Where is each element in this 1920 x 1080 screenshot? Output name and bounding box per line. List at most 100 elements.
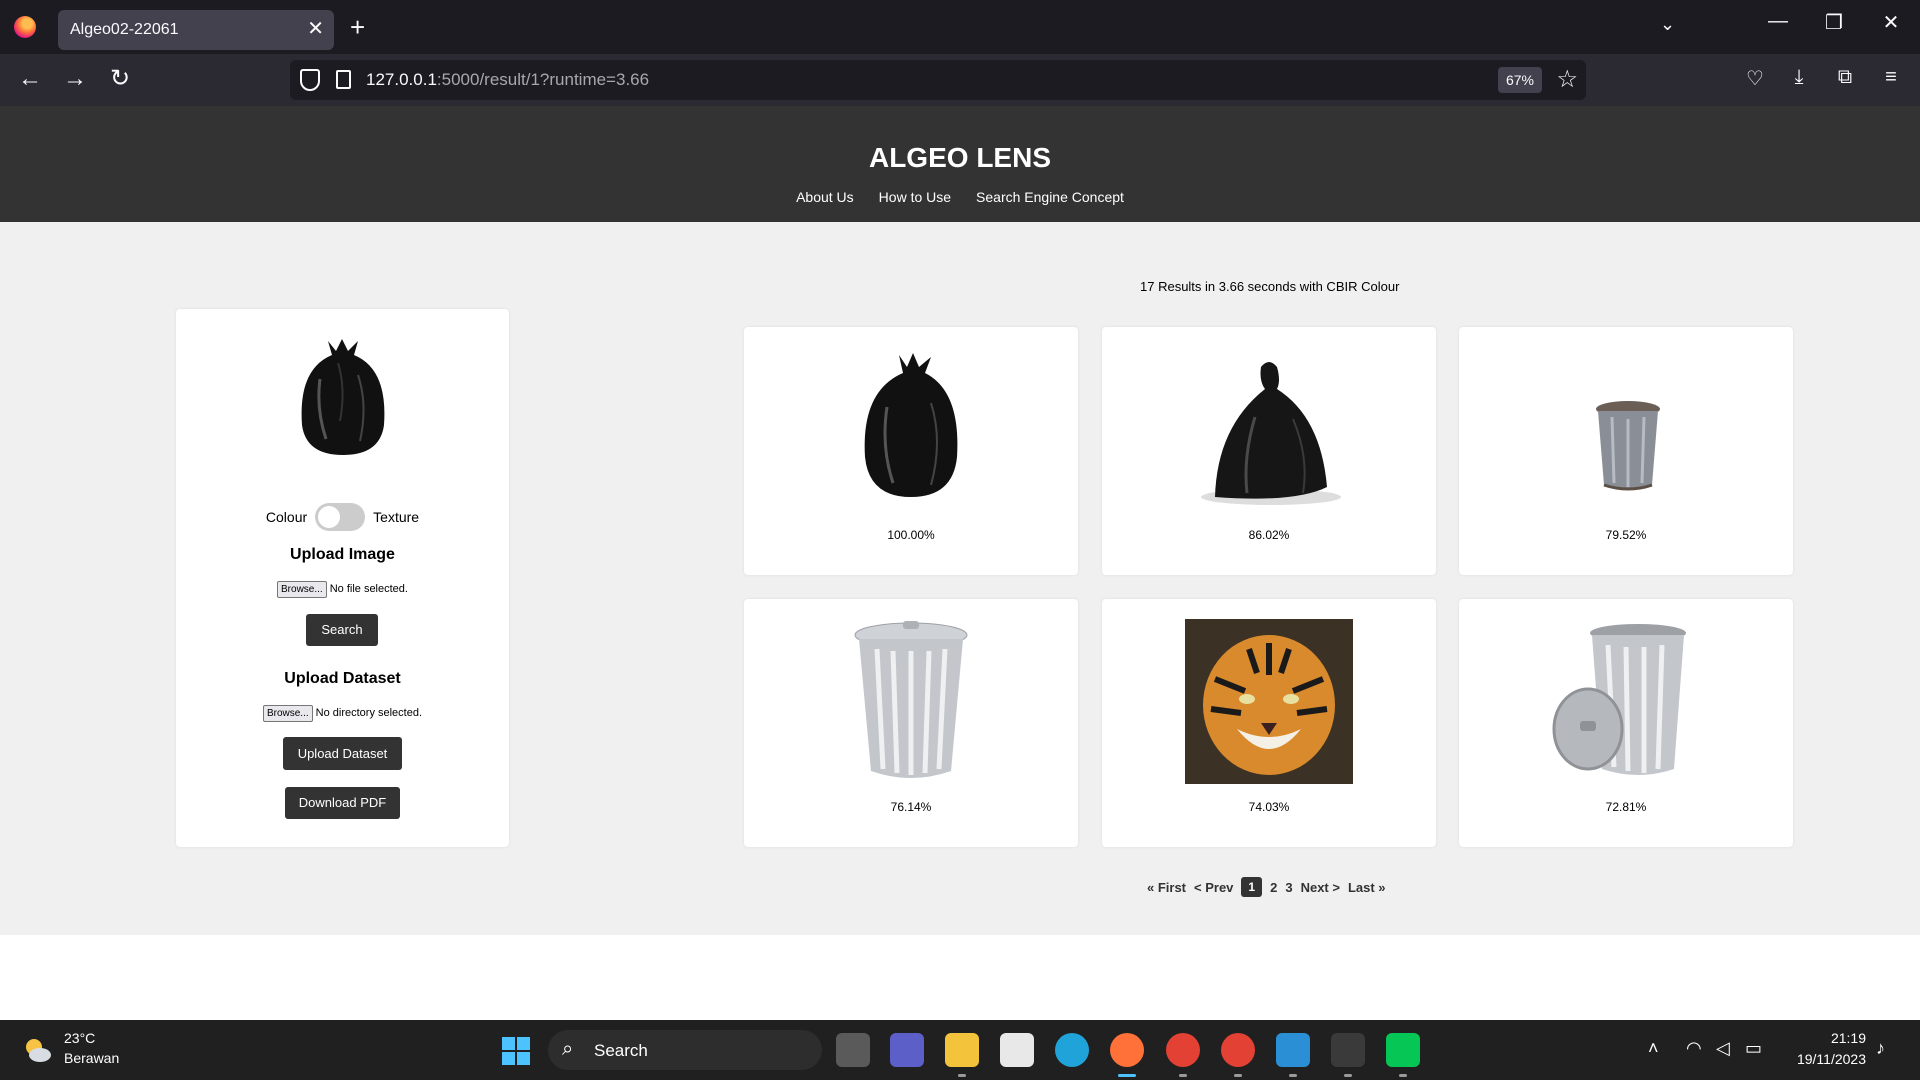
- downloads-icon[interactable]: ⤓: [1784, 66, 1814, 89]
- terminal-running-indicator: [1344, 1074, 1352, 1077]
- query-image-garbage-bag: [301, 339, 385, 455]
- result-card[interactable]: 76.14%: [744, 599, 1078, 847]
- browse-dataset-button[interactable]: Browse...: [262, 705, 313, 722]
- dataset-directory-input[interactable]: Browse... No directory selected.: [176, 705, 509, 722]
- browser-tab-active[interactable]: Algeo02-22061 ✕: [58, 10, 334, 50]
- address-bar[interactable]: 127.0.0.1:5000/result/1?runtime=3.66 67%…: [290, 60, 1586, 100]
- firefox-logo-icon[interactable]: [14, 16, 36, 38]
- app-menu-icon[interactable]: ≡: [1876, 66, 1906, 89]
- upload-image-heading: Upload Image: [290, 546, 395, 563]
- notifications-bell-icon[interactable]: ♪: [1876, 1038, 1885, 1059]
- clock-time[interactable]: 21:19: [1831, 1030, 1866, 1046]
- microsoft-store-icon[interactable]: [1000, 1033, 1034, 1067]
- search-button[interactable]: Search: [306, 614, 378, 646]
- site-title: ALGEO LENS: [868, 142, 1051, 173]
- task-view-icon[interactable]: [836, 1033, 870, 1067]
- dataset-file-status: No directory selected.: [315, 707, 423, 719]
- results-summary: 17 Results in 3.66 seconds with CBIR Col…: [1140, 279, 1400, 294]
- image-file-input[interactable]: Browse... No file selected.: [176, 581, 509, 598]
- url-host: 127.0.0.1: [366, 70, 437, 89]
- pagination-prev[interactable]: < Prev: [1194, 880, 1233, 895]
- pagination-last[interactable]: Last »: [1348, 880, 1386, 895]
- firefox-taskbar-icon[interactable]: [1110, 1033, 1144, 1067]
- toggle-label-texture: Texture: [373, 509, 420, 525]
- windows-taskbar: 23°C Berawan ⌕ Search ˄ ◠ ◁ ▭ 21:19 19/1…: [0, 1020, 1920, 1080]
- show-hidden-icons-chevron-icon[interactable]: ˄: [1648, 1038, 1659, 1059]
- pagination-first[interactable]: « First: [1147, 880, 1186, 895]
- site-header: ALGEO LENS About Us How to Use Search En…: [0, 106, 1920, 222]
- zoom-level-badge[interactable]: 67%: [1497, 67, 1542, 93]
- restore-icon[interactable]: ❐: [1814, 10, 1854, 35]
- chrome-running-indicator: [1179, 1074, 1187, 1077]
- nav-how-to-use[interactable]: How to Use: [879, 189, 951, 205]
- result-similarity-score: 74.03%: [1248, 800, 1290, 814]
- weather-temperature[interactable]: 23°C: [64, 1030, 95, 1046]
- image-file-status: No file selected.: [329, 583, 408, 595]
- line-app-icon[interactable]: [1386, 1033, 1420, 1067]
- window-close-icon[interactable]: ✕: [1871, 10, 1911, 35]
- minimize-icon[interactable]: —: [1758, 10, 1798, 33]
- result-image-metal-trash-can-open: [1552, 624, 1686, 775]
- browse-image-button[interactable]: Browse...: [277, 581, 327, 598]
- battery-icon[interactable]: ▭: [1745, 1038, 1762, 1059]
- edge-browser-icon[interactable]: [1055, 1033, 1089, 1067]
- reload-icon[interactable]: ↻: [102, 64, 138, 94]
- page-info-icon[interactable]: [336, 70, 351, 89]
- chrome-icon[interactable]: [1166, 1033, 1200, 1067]
- pagination-current-page[interactable]: 1: [1241, 877, 1263, 897]
- result-card[interactable]: 74.03%: [1102, 599, 1436, 847]
- result-similarity-score: 79.52%: [1605, 528, 1647, 542]
- result-card[interactable]: 86.02%: [1102, 327, 1436, 575]
- result-image-tiger-face: [1185, 619, 1353, 784]
- upload-dataset-heading: Upload Dataset: [284, 670, 401, 687]
- new-tab-icon[interactable]: +: [350, 12, 365, 42]
- result-card[interactable]: 79.52%: [1459, 327, 1793, 575]
- result-similarity-score: 86.02%: [1248, 528, 1290, 542]
- extensions-icon[interactable]: ⧉: [1830, 66, 1860, 89]
- pagination-next[interactable]: Next >: [1301, 880, 1340, 895]
- weather-condition[interactable]: Berawan: [64, 1050, 119, 1066]
- forward-icon[interactable]: →: [57, 64, 93, 94]
- chrome-profile-running-indicator: [1234, 1074, 1242, 1077]
- terminal-icon[interactable]: [1331, 1033, 1365, 1067]
- tab-close-icon[interactable]: ✕: [307, 17, 324, 41]
- result-card[interactable]: 72.81%: [1459, 599, 1793, 847]
- upload-dataset-button[interactable]: Upload Dataset: [283, 737, 402, 770]
- taskbar-search[interactable]: ⌕ Search: [548, 1030, 822, 1070]
- search-icon: ⌕: [562, 1038, 574, 1060]
- nav-about-us[interactable]: About Us: [796, 189, 854, 205]
- back-icon[interactable]: ←: [12, 64, 48, 94]
- vscode-icon[interactable]: [1276, 1033, 1310, 1067]
- result-image-black-garbage-bag: [864, 353, 958, 497]
- bookmark-star-icon[interactable]: ☆: [1556, 65, 1578, 94]
- pagination-page-3[interactable]: 3: [1285, 880, 1292, 895]
- pocket-icon[interactable]: ♡: [1740, 66, 1770, 91]
- start-menu-windows-icon[interactable]: [502, 1037, 530, 1065]
- teams-chat-icon[interactable]: [890, 1033, 924, 1067]
- weather-cloudy-night-icon[interactable]: [22, 1035, 52, 1065]
- url-text[interactable]: 127.0.0.1:5000/result/1?runtime=3.66: [366, 70, 649, 90]
- result-card[interactable]: 100.00%: [744, 327, 1078, 575]
- clock-date[interactable]: 19/11/2023: [1797, 1051, 1866, 1067]
- nav-search-engine-concept[interactable]: Search Engine Concept: [976, 189, 1124, 205]
- search-mode-toggle-row: Colour Texture: [176, 503, 509, 531]
- result-similarity-score: 100.00%: [887, 528, 935, 542]
- volume-icon[interactable]: ◁: [1716, 1038, 1730, 1059]
- tab-title: Algeo02-22061: [70, 21, 179, 38]
- result-image-black-garbage-bag-tied: [1201, 362, 1341, 505]
- tracking-protection-shield-icon[interactable]: [300, 69, 320, 91]
- vscode-running-indicator: [1289, 1074, 1297, 1077]
- result-image-metal-trash-can: [854, 621, 968, 778]
- result-image-small-trash-can: [1596, 401, 1660, 491]
- file-explorer-icon[interactable]: [945, 1033, 979, 1067]
- chrome-profile-icon[interactable]: [1221, 1033, 1255, 1067]
- result-similarity-score: 76.14%: [890, 800, 932, 814]
- colour-texture-switch[interactable]: [315, 503, 366, 531]
- file-explorer-running-indicator: [958, 1074, 966, 1077]
- firefox-active-indicator: [1118, 1074, 1136, 1077]
- taskbar-search-label: Search: [594, 1041, 648, 1060]
- pagination-page-2[interactable]: 2: [1270, 880, 1277, 895]
- list-all-tabs-icon[interactable]: ⌄: [1660, 14, 1675, 35]
- wifi-icon[interactable]: ◠: [1686, 1038, 1702, 1059]
- download-pdf-button[interactable]: Download PDF: [285, 787, 400, 819]
